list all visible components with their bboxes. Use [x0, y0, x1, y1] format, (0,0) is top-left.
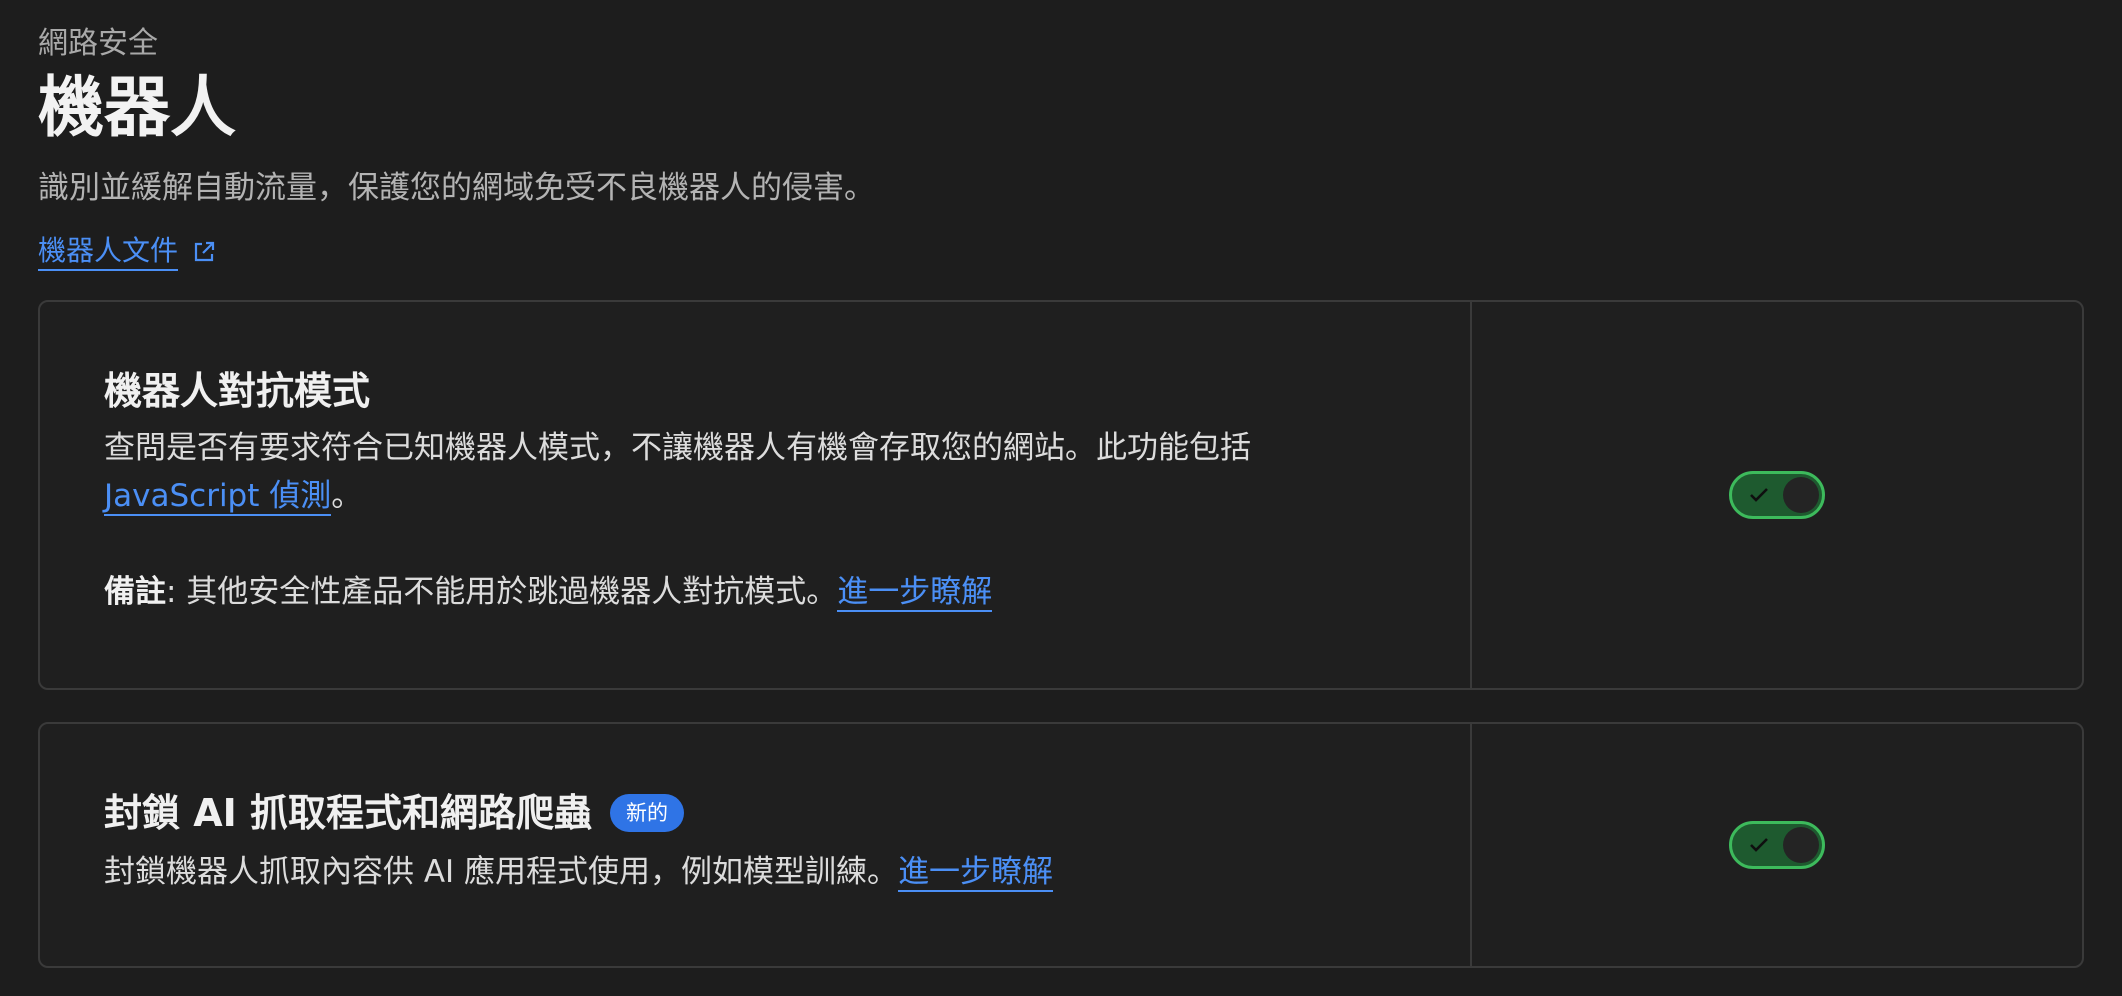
description-end: 。 [331, 478, 363, 514]
block-ai-scrapers-card: 封鎖 AI 抓取程式和網路爬蟲 新的 封鎖機器人抓取內容供 AI 應用程式使用，… [38, 722, 2084, 968]
doc-link-row: 機器人文件 [38, 230, 2084, 274]
card-content: 機器人對抗模式 查問是否有要求符合已知機器人模式，不讓機器人有機會存取您的網站。… [40, 302, 1472, 688]
breadcrumb[interactable]: 網路安全 [38, 24, 2084, 64]
block-ai-scrapers-toggle[interactable] [1729, 821, 1825, 869]
learn-more-link[interactable]: 進一步瞭解 [837, 574, 993, 612]
check-icon [1750, 488, 1768, 502]
note-label: 備註 [104, 574, 166, 610]
description-text: 封鎖機器人抓取內容供 AI 應用程式使用，例如模型訓練。 [104, 854, 899, 890]
card-content: 封鎖 AI 抓取程式和網路爬蟲 新的 封鎖機器人抓取內容供 AI 應用程式使用，… [40, 724, 1472, 966]
card-note: 備註: 其他安全性產品不能用於跳過機器人對抗模式。進一步瞭解 [104, 568, 1430, 616]
bot-fight-mode-card: 機器人對抗模式 查問是否有要求符合已知機器人模式，不讓機器人有機會存取您的網站。… [38, 300, 2084, 690]
description-text: 查問是否有要求符合已知機器人模式，不讓機器人有機會存取您的網站。此功能包括 [104, 430, 1251, 466]
card-toggle-area [1472, 724, 2082, 966]
card-title: 機器人對抗模式 [104, 369, 371, 413]
card-description: 封鎖機器人抓取內容供 AI 應用程式使用，例如模型訓練。進一步瞭解 [104, 848, 1430, 896]
toggle-knob [1783, 827, 1819, 863]
bot-fight-mode-toggle[interactable] [1729, 471, 1825, 519]
toggle-knob [1783, 477, 1819, 513]
card-title: 封鎖 AI 抓取程式和網路爬蟲 [104, 791, 593, 835]
card-title-row: 封鎖 AI 抓取程式和網路爬蟲 新的 [104, 788, 1430, 838]
card-description: 查問是否有要求符合已知機器人模式，不讓機器人有機會存取您的網站。此功能包括 Ja… [104, 424, 1430, 520]
javascript-detection-link[interactable]: JavaScript 偵測 [104, 478, 332, 516]
learn-more-link[interactable]: 進一步瞭解 [898, 854, 1054, 892]
check-icon [1750, 838, 1768, 852]
card-toggle-area [1472, 302, 2082, 688]
external-link-icon[interactable] [192, 240, 216, 264]
new-badge: 新的 [610, 794, 685, 832]
note-text: : 其他安全性產品不能用於跳過機器人對抗模式。 [166, 574, 838, 610]
page-title: 機器人 [38, 69, 236, 146]
bots-settings-page: 網路安全 機器人 識別並緩解自動流量，保護您的網域免受不良機器人的侵害。 機器人… [0, 0, 2122, 996]
page-description: 識別並緩解自動流量，保護您的網域免受不良機器人的侵害。 [38, 170, 875, 206]
bots-docs-link[interactable]: 機器人文件 [38, 233, 179, 271]
